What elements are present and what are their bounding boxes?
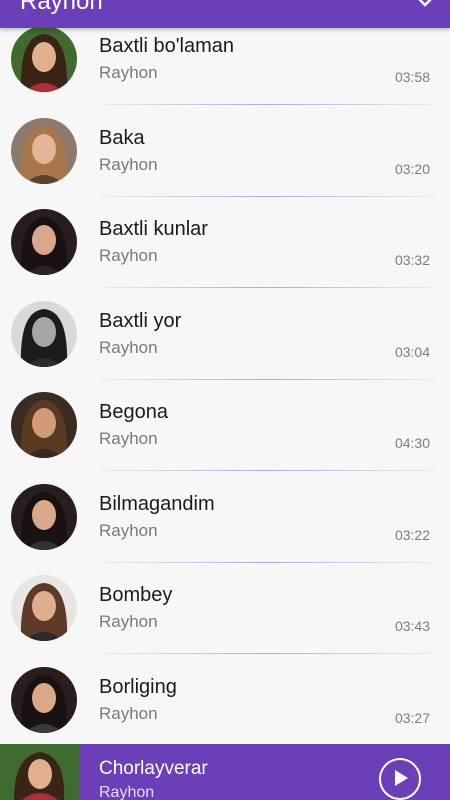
now-playing-artist: Rayhon	[99, 784, 155, 800]
song-title: Bombey	[99, 584, 173, 606]
now-playing-bar[interactable]: Chorlayverar Rayhon	[0, 744, 450, 800]
song-duration: 03:20	[394, 160, 430, 177]
song-artist: Rayhon	[99, 246, 158, 265]
song-artist: Rayhon	[99, 703, 158, 723]
song-avatar	[11, 575, 77, 641]
song-row[interactable]: Bilmagandim Rayhon 03:22	[0, 471, 450, 563]
play-button[interactable]	[379, 758, 421, 800]
now-playing-cover	[0, 744, 80, 800]
app-bar: Rayhon	[0, 0, 450, 28]
song-row[interactable]: Baxtli yor Rayhon 03:04	[0, 288, 450, 380]
song-avatar	[11, 666, 77, 733]
song-row[interactable]: Baxtli kunlar Rayhon 03:32	[0, 196, 450, 288]
song-artist: Rayhon	[99, 63, 158, 82]
song-title: Baka	[99, 126, 145, 149]
song-title: Begona	[99, 401, 168, 423]
song-avatar	[11, 300, 77, 367]
song-row[interactable]: Bombey Rayhon 03:43	[0, 562, 450, 654]
song-avatar	[11, 117, 77, 184]
song-row[interactable]: Borliging Rayhon 03:27	[0, 654, 450, 746]
song-title: Baxtli kunlar	[99, 218, 208, 240]
song-avatar	[11, 26, 77, 92]
song-artist: Rayhon	[99, 154, 158, 174]
song-title: Baxtli bo'laman	[99, 35, 234, 57]
song-duration: 03:58	[394, 69, 430, 85]
song-duration: 04:30	[394, 435, 430, 451]
now-playing-title: Chorlayverar	[99, 758, 208, 779]
song-avatar	[11, 209, 77, 275]
play-icon	[395, 770, 408, 786]
song-duration: 03:32	[394, 252, 430, 268]
song-artist: Rayhon	[99, 520, 158, 540]
song-duration: 03:43	[394, 618, 430, 634]
song-duration: 03:22	[394, 526, 430, 543]
chevron-down-icon[interactable]	[416, 0, 434, 12]
song-row[interactable]: Baka Rayhon 03:20	[0, 105, 450, 197]
song-avatar	[11, 483, 77, 550]
song-duration: 03:04	[394, 343, 430, 360]
song-row[interactable]: Begona Rayhon 04:30	[0, 379, 450, 471]
song-artist: Rayhon	[99, 612, 158, 631]
song-title: Baxtli yor	[99, 309, 182, 332]
app-title: Rayhon	[20, 0, 103, 15]
song-artist: Rayhon	[99, 337, 158, 357]
song-title: Bilmagandim	[99, 492, 215, 515]
song-avatar	[11, 392, 77, 458]
song-duration: 03:27	[394, 709, 430, 726]
song-title: Borliging	[99, 675, 177, 698]
song-artist: Rayhon	[99, 429, 158, 448]
